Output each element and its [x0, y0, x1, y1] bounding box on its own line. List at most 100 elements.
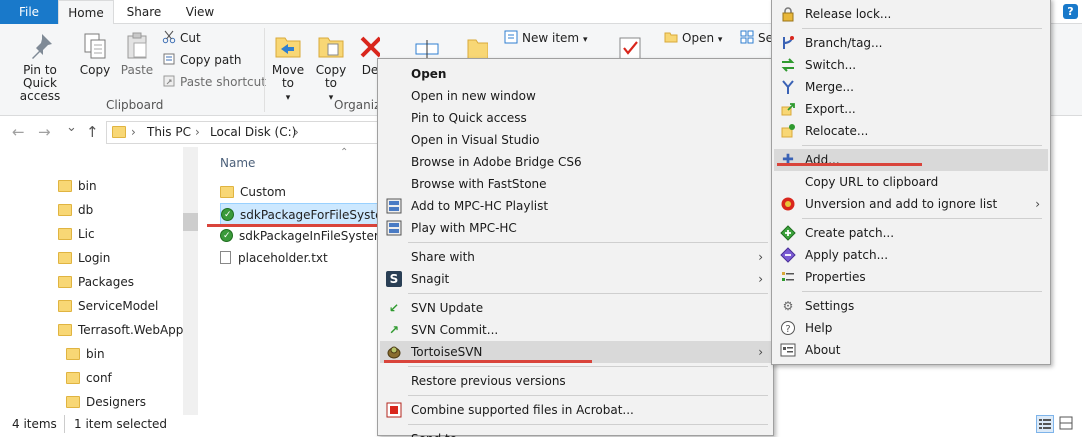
list-item[interactable]: Custom [220, 181, 380, 203]
menu-item-share-with[interactable]: Share with › [380, 246, 771, 268]
copy-path-icon [162, 52, 176, 66]
menu-item-branch-tag[interactable]: Branch/tag... [774, 32, 1048, 54]
switch-icon [780, 57, 796, 73]
paste-button[interactable]: Paste [118, 30, 156, 77]
breadcrumb-this-pc[interactable]: This PC [147, 125, 191, 139]
nav-scrollbar-thumb[interactable] [183, 213, 198, 231]
list-item[interactable]: sdkPackageInFileSystem [220, 225, 386, 247]
menu-item-create-patch[interactable]: Create patch... [774, 222, 1048, 244]
tortoise-icon [386, 344, 402, 360]
menu-item-properties[interactable]: Properties [774, 266, 1048, 288]
svn-normal-overlay-icon [221, 204, 234, 226]
menu-item-merge[interactable]: Merge... [774, 76, 1048, 98]
content-pane-blank [776, 365, 1082, 415]
new-item-icon [504, 30, 518, 44]
folder-icon [58, 180, 72, 192]
copy-button[interactable]: Copy [78, 30, 112, 77]
menu-separator [408, 424, 768, 425]
folder-icon [58, 228, 72, 240]
nav-item[interactable]: conf [66, 367, 112, 389]
tab-share[interactable]: Share [118, 0, 170, 24]
organize-group-label: Organiz [334, 98, 381, 112]
cut-button[interactable]: Cut [162, 28, 201, 48]
address-bar[interactable]: › This PC › Local Disk (C:) › [106, 121, 384, 144]
menu-item-open-visual-studio[interactable]: Open in Visual Studio [380, 129, 771, 151]
folder-icon [66, 396, 80, 408]
name-column-header[interactable]: Name [220, 156, 255, 170]
tab-home[interactable]: Home [58, 0, 114, 25]
menu-item-switch[interactable]: Switch... [774, 54, 1048, 76]
folder-icon [66, 348, 80, 360]
lock-icon [780, 6, 796, 22]
menu-item-browse-faststone[interactable]: Browse with FastStone [380, 173, 771, 195]
tab-view[interactable]: View [174, 0, 226, 24]
patch-icon [780, 225, 796, 241]
menu-item-relocate[interactable]: Relocate... [774, 120, 1048, 142]
large-icons-view-icon[interactable] [1058, 415, 1076, 433]
copy-to-button[interactable]: Copy to ▾ [310, 30, 352, 105]
submenu-arrow-icon: › [758, 345, 763, 359]
nav-item[interactable]: bin [66, 343, 105, 365]
ribbon-separator [264, 28, 265, 112]
folder-icon [58, 324, 72, 336]
menu-item-svn-update[interactable]: ↙ SVN Update [380, 297, 771, 319]
menu-item-restore-versions[interactable]: Restore previous versions [380, 370, 771, 392]
nav-item[interactable]: bin [58, 175, 97, 197]
menu-item-copy-url[interactable]: Copy URL to clipboard [774, 171, 1048, 193]
acrobat-icon [386, 402, 402, 418]
nav-scrollbar[interactable] [183, 147, 198, 415]
pin-to-quick-access-button[interactable]: Pin to Quick access [4, 30, 76, 103]
navigation-pane: bin db Lic Login Packages ServiceModel T… [0, 147, 198, 415]
menu-item-pin-quick-access[interactable]: Pin to Quick access [380, 107, 771, 129]
menu-item-add[interactable]: ✚ Add... [774, 149, 1048, 171]
menu-item-play-mpc[interactable]: Play with MPC-HC [380, 217, 771, 239]
menu-item-export[interactable]: Export... [774, 98, 1048, 120]
gear-icon: ⚙ [782, 299, 794, 313]
menu-item-browse-adobe-bridge[interactable]: Browse in Adobe Bridge CS6 [380, 151, 771, 173]
nav-item[interactable]: ServiceModel [58, 295, 158, 317]
menu-item-open-new-window[interactable]: Open in new window [380, 85, 771, 107]
menu-item-unversion-ignore[interactable]: Unversion and add to ignore list › [774, 193, 1048, 215]
menu-item-release-lock[interactable]: Release lock... [774, 3, 1048, 25]
nav-item[interactable]: Packages [58, 271, 134, 293]
nav-item[interactable]: Terrasoft.WebApp [58, 319, 183, 341]
nav-item[interactable]: db [58, 199, 93, 221]
menu-item-combine-acrobat[interactable]: Combine supported files in Acrobat... [380, 399, 771, 421]
recent-locations-icon[interactable]: ⌄ [66, 120, 77, 135]
move-to-button[interactable]: Move to ▾ [268, 30, 308, 105]
paste-shortcut-button[interactable]: Paste shortcut [162, 72, 266, 92]
open-button[interactable]: Open ▾ [664, 28, 722, 48]
up-arrow-icon[interactable]: ↑ [86, 123, 99, 141]
sort-caret-icon: ⌃ [340, 147, 349, 158]
menu-item-about[interactable]: About [774, 339, 1048, 361]
menu-item-add-mpc-playlist[interactable]: Add to MPC-HC Playlist [380, 195, 771, 217]
highlight-underline [777, 163, 922, 166]
list-item[interactable]: placeholder.txt [220, 247, 380, 269]
breadcrumb-local-disk[interactable]: Local Disk (C:) [210, 125, 296, 139]
help-icon[interactable]: ? [1063, 4, 1078, 19]
nav-item[interactable]: Lic [58, 223, 95, 245]
forward-arrow-icon[interactable]: → [38, 123, 51, 141]
menu-item-apply-patch[interactable]: Apply patch... [774, 244, 1048, 266]
details-view-icon[interactable] [1036, 415, 1054, 433]
clipboard-group-label: Clipboard [106, 98, 164, 112]
menu-item-open[interactable]: Open [380, 63, 771, 85]
menu-item-svn-commit[interactable]: ↗ SVN Commit... [380, 319, 771, 341]
menu-item-help[interactable]: ? Help [774, 317, 1048, 339]
tab-file[interactable]: File [0, 0, 58, 24]
submenu-arrow-icon: › [1035, 197, 1040, 211]
folder-icon [112, 126, 126, 138]
export-icon [780, 101, 796, 117]
menu-item-snagit[interactable]: S Snagit › [380, 268, 771, 290]
nav-item[interactable]: Login [58, 247, 110, 269]
copy-path-button[interactable]: Copy path [162, 50, 242, 70]
menu-separator [408, 395, 768, 396]
select-all-button[interactable]: Se [740, 28, 773, 48]
new-item-button[interactable]: New item ▾ [504, 28, 587, 48]
list-item-selected[interactable]: sdkPackageForFileSystem [220, 203, 394, 226]
back-arrow-icon[interactable]: ← [12, 123, 25, 141]
nav-item[interactable]: Designers [66, 391, 146, 413]
breadcrumb-separator: › [195, 125, 200, 139]
menu-item-settings[interactable]: ⚙ Settings [774, 295, 1048, 317]
copy-icon [79, 30, 111, 62]
